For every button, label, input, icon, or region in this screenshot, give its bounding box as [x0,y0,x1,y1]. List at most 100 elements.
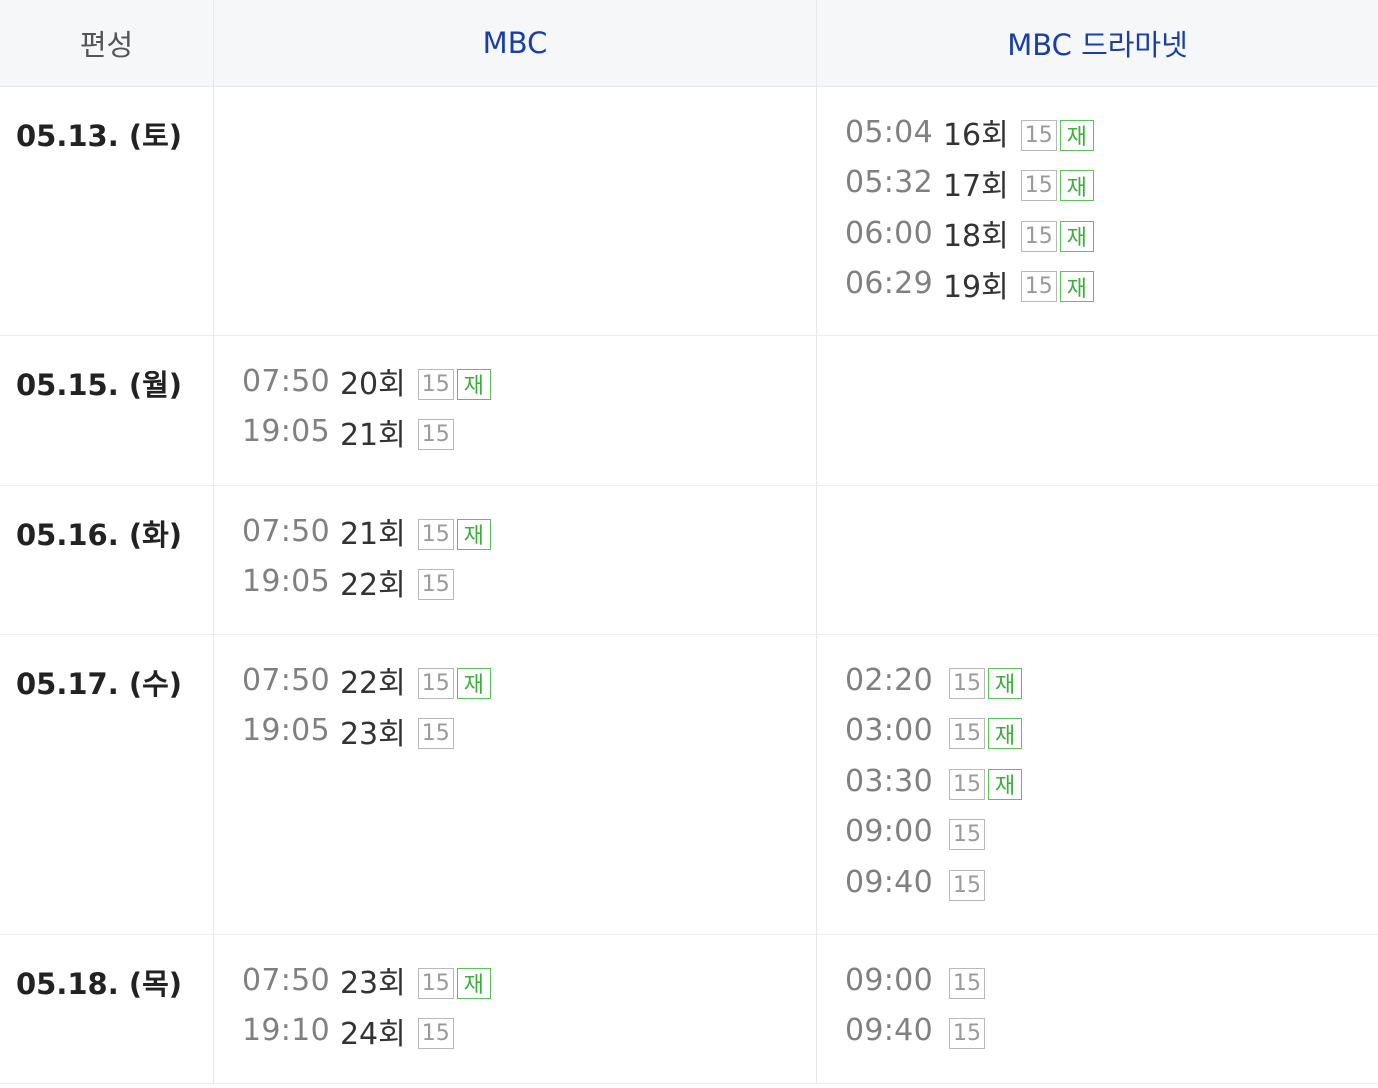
header-channel-mbc[interactable]: MBC [214,0,817,86]
broadcast-time: 19:10 [242,1013,330,1049]
episode-number: 16회 [942,118,1009,154]
broadcast-time: 09:40 [845,1013,933,1049]
mbc-cell: 07:50 20회 15 재 19:05 21회 15 [214,336,817,485]
broadcast-entry[interactable]: 07:50 21회 15 재 [242,506,816,557]
date-cell: 05.16. (화) [0,486,214,634]
broadcast-entry[interactable]: 09:40 15 [845,857,1378,908]
schedule-table: 편성 MBC MBC 드라마넷 05.13. (토) 05:04 16회 15 재 05:… [0,0,1378,1088]
rerun-badge: 재 [987,768,1022,800]
age-rating-badge: 15 [417,569,454,601]
broadcast-time: 19:05 [242,414,330,450]
broadcast-time: 07:50 [242,513,330,549]
date-cell: 05.17. (수) [0,635,214,934]
age-rating-badge: 15 [948,768,985,800]
broadcast-entry[interactable]: 02:20 15 재 [845,655,1378,706]
mbc-cell: 07:50 22회 15 재 19:05 23회 15 [214,635,817,934]
schedule-row: 05.18. (목) 07:50 23회 15 재 19:10 24회 15 09:00 15 09… [0,935,1378,1084]
broadcast-time: 07:50 [242,962,330,998]
broadcast-time: 06:00 [845,215,933,251]
age-rating-badge: 15 [417,419,454,451]
mbc-dramanet-cell [817,486,1378,634]
broadcast-time: 19:05 [242,564,330,600]
age-rating-badge: 15 [948,1018,985,1050]
broadcast-entry[interactable]: 07:50 20회 15 재 [242,356,816,407]
broadcast-time: 05:04 [845,114,933,150]
episode-number: 21회 [339,517,406,553]
rerun-badge: 재 [456,518,491,550]
schedule-row: 05.15. (월) 07:50 20회 15 재 19:05 21회 15 [0,336,1378,486]
age-rating-badge: 15 [1020,119,1057,151]
broadcast-entry[interactable]: 19:05 21회 15 [242,407,816,458]
rerun-badge: 재 [1059,271,1094,303]
episode-number: 20회 [339,367,406,403]
schedule-row: 05.17. (수) 07:50 22회 15 재 19:05 23회 15 02:20 15 재 0… [0,635,1378,935]
episode-number: 24회 [339,1016,406,1052]
broadcast-time: 03:30 [845,763,933,799]
mbc-cell [214,87,817,335]
broadcast-time: 09:00 [845,962,933,998]
age-rating-badge: 15 [417,718,454,750]
broadcast-time: 07:50 [242,363,330,399]
broadcast-entry[interactable]: 19:10 24회 15 [242,1006,816,1057]
broadcast-entry[interactable]: 06:29 19회 15 재 [845,259,1378,310]
broadcast-entry[interactable]: 09:00 15 [845,955,1378,1006]
rerun-badge: 재 [987,718,1022,750]
rerun-badge: 재 [1059,119,1094,151]
broadcast-time: 19:05 [242,713,330,749]
rerun-badge: 재 [987,667,1022,699]
episode-number: 19회 [942,269,1009,305]
broadcast-entry[interactable]: 09:40 15 [845,1006,1378,1057]
rerun-badge: 재 [456,368,491,400]
rerun-badge: 재 [456,967,491,999]
date-cell: 05.15. (월) [0,336,214,485]
age-rating-badge: 15 [948,718,985,750]
rerun-badge: 재 [1059,170,1094,202]
schedule-row: 05.13. (토) 05:04 16회 15 재 05:32 17회 15 재 06:00 18회… [0,87,1378,336]
broadcast-entry[interactable]: 05:04 16회 15 재 [845,107,1378,158]
broadcast-entry[interactable]: 07:50 23회 15 재 [242,955,816,1006]
broadcast-entry[interactable]: 06:00 18회 15 재 [845,208,1378,259]
mbc-dramanet-cell [817,336,1378,485]
episode-number: 17회 [942,168,1009,204]
age-rating-badge: 15 [1020,271,1057,303]
age-rating-badge: 15 [1020,220,1057,252]
episode-number: 21회 [339,417,406,453]
age-rating-badge: 15 [948,819,985,851]
rerun-badge: 재 [456,667,491,699]
age-rating-badge: 15 [948,967,985,999]
age-rating-badge: 15 [417,667,454,699]
age-rating-badge: 15 [948,667,985,699]
rerun-badge: 재 [1059,220,1094,252]
episode-number: 23회 [339,966,406,1002]
mbc-cell: 07:50 21회 15 재 19:05 22회 15 [214,486,817,634]
broadcast-time: 05:32 [845,165,933,201]
broadcast-entry[interactable]: 03:30 15 재 [845,756,1378,807]
age-rating-badge: 15 [417,1018,454,1050]
age-rating-badge: 15 [417,967,454,999]
episode-number: 22회 [339,666,406,702]
mbc-cell: 07:50 23회 15 재 19:10 24회 15 [214,935,817,1083]
broadcast-entry[interactable]: 09:00 15 [845,807,1378,858]
broadcast-time: 07:50 [242,662,330,698]
episode-number: 23회 [339,716,406,752]
broadcast-time: 06:29 [845,266,933,302]
broadcast-entry[interactable]: 03:00 15 재 [845,706,1378,757]
broadcast-entry[interactable]: 19:05 23회 15 [242,706,816,757]
date-cell: 05.13. (토) [0,87,214,335]
episode-number: 18회 [942,219,1009,255]
schedule-header: 편성 MBC MBC 드라마넷 [0,0,1378,87]
broadcast-time: 03:00 [845,713,933,749]
mbc-dramanet-cell: 05:04 16회 15 재 05:32 17회 15 재 06:00 18회 15 재 06:29 19… [817,87,1378,335]
age-rating-badge: 15 [417,368,454,400]
age-rating-badge: 15 [417,518,454,550]
broadcast-time: 09:00 [845,814,933,850]
age-rating-badge: 15 [948,869,985,901]
broadcast-entry[interactable]: 19:05 22회 15 [242,557,816,608]
broadcast-entry[interactable]: 07:50 22회 15 재 [242,655,816,706]
broadcast-entry[interactable]: 05:32 17회 15 재 [845,158,1378,209]
episode-number: 22회 [339,567,406,603]
schedule-rows: 05.13. (토) 05:04 16회 15 재 05:32 17회 15 재 06:00 18회… [0,87,1378,1084]
header-channel-mbc-dramanet[interactable]: MBC 드라마넷 [817,0,1378,86]
mbc-dramanet-cell: 02:20 15 재 03:00 15 재 03:30 15 재 09:00 15 09:40 15 [817,635,1378,934]
header-schedule-label: 편성 [0,0,214,86]
